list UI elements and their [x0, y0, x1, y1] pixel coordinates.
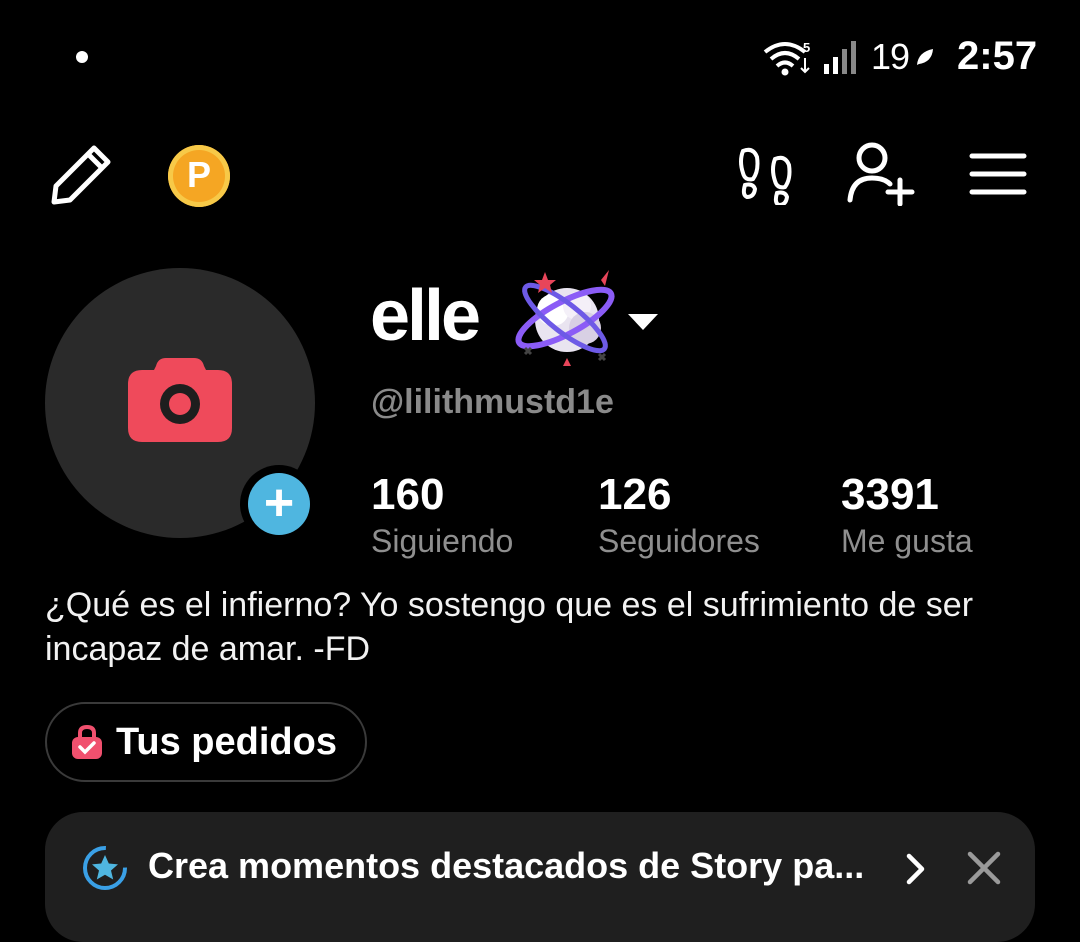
following-label[interactable]: Siguiendo [371, 523, 513, 560]
wifi-icon: 5 [763, 40, 810, 76]
footprints-icon[interactable] [735, 145, 795, 205]
chevron-right-icon[interactable] [900, 851, 930, 887]
add-user-icon[interactable] [846, 140, 916, 206]
signal-icon [824, 41, 856, 74]
battery-saver-icon [917, 49, 933, 65]
notification-dot [76, 51, 88, 63]
chevron-down-icon[interactable] [626, 310, 660, 332]
close-icon[interactable] [965, 849, 1003, 887]
planet-emoji-icon [515, 270, 615, 366]
likes-label[interactable]: Me gusta [841, 523, 973, 560]
followers-label[interactable]: Seguidores [598, 523, 760, 560]
username: @lilithmustd1e [371, 383, 614, 421]
likes-count[interactable]: 3391 [841, 470, 939, 520]
shopping-bag-icon [72, 725, 102, 759]
menu-icon[interactable] [968, 150, 1028, 198]
add-avatar-button[interactable]: + [248, 473, 310, 535]
plus-icon: + [263, 474, 295, 532]
display-name: elle [370, 276, 481, 356]
clock: 2:57 [957, 34, 1038, 78]
star-ring-icon [83, 846, 127, 890]
battery-level: 19 [871, 36, 910, 77]
bio: ¿Qué es el infierno? Yo sostengo que es … [45, 586, 974, 668]
coin-letter: P [186, 154, 211, 195]
camera-icon [128, 358, 232, 442]
followers-count[interactable]: 126 [598, 470, 671, 520]
story-banner-text: Crea momentos destacados de Story pa... [148, 845, 865, 886]
following-count[interactable]: 160 [371, 470, 444, 520]
orders-label: Tus pedidos [116, 721, 337, 763]
coin-icon[interactable]: P [168, 145, 230, 207]
wifi-badge: 5 [803, 40, 810, 55]
pencil-icon[interactable] [48, 140, 116, 208]
